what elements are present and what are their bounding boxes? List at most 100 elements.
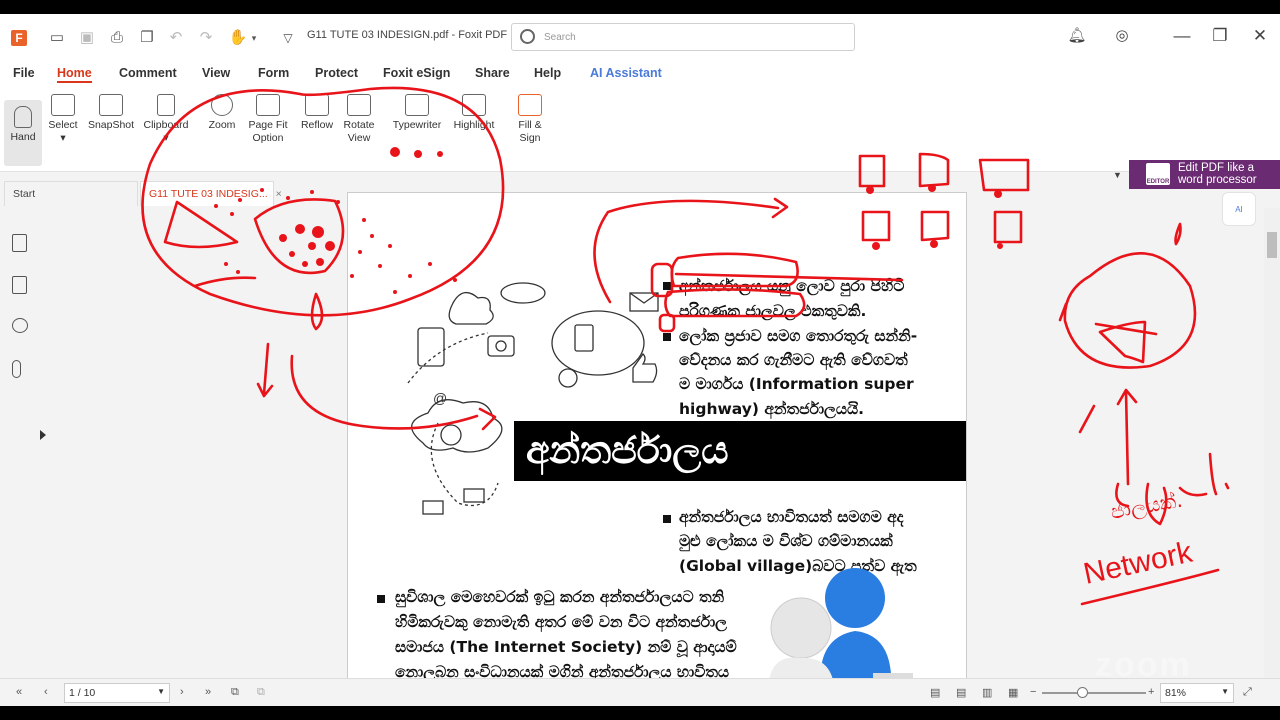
text-line-11: හිමිකරුවකු නොමැති අතර මේ වන විට අන්තර්ජා… [395, 613, 728, 631]
pdf-page: @ අන්තර්ජාලය යනු ලොව පුරා පිහිටි පරිගණක … [347, 192, 967, 692]
continuous-facing-icon[interactable]: ▦ [1008, 686, 1018, 699]
zoom-dropdown-icon[interactable]: ▼ [1221, 687, 1229, 696]
network-annotation: Network [1081, 535, 1196, 590]
zoom-button[interactable]: Zoom [206, 92, 238, 132]
hand-tool-button[interactable]: Hand [4, 100, 42, 166]
close-tab-icon[interactable]: × [276, 188, 282, 200]
page-fit-button[interactable]: Page Fit Option [247, 92, 289, 145]
menu-ai-assistant[interactable]: AI Assistant [590, 66, 662, 80]
page-fit-label: Page Fit [248, 119, 288, 131]
clipboard-label: Clipboard [143, 119, 189, 131]
svg-text:@: @ [433, 390, 447, 406]
clipboard-button[interactable]: Clipboard ▾ [141, 92, 191, 145]
facing-page-icon[interactable]: ▥ [982, 686, 992, 699]
heading-banner: අන්තර්ජාලය [514, 421, 966, 481]
fill-sign-icon [518, 94, 542, 116]
restore-button[interactable]: ❐ [1208, 26, 1232, 46]
zoom-slider[interactable] [1042, 687, 1146, 698]
redo-icon[interactable]: ↷ [196, 28, 216, 48]
tabs-dropdown-icon[interactable]: ▼ [1113, 170, 1122, 180]
text-line-10: සුවිශාල මෙහෙවරක් ඉටු කරන අන්තර්ජාලයට තනි [395, 588, 725, 606]
zoom-level-value: 81% [1165, 687, 1187, 699]
zoom-in-icon[interactable]: + [1148, 686, 1154, 698]
menu-help[interactable]: Help [534, 66, 561, 80]
print-icon[interactable]: ⎙ [107, 28, 127, 48]
minimize-button[interactable]: — [1170, 26, 1194, 46]
text-line-6: highway) අන්තර්ජාලයයි. [679, 400, 865, 418]
scrollbar-thumb[interactable] [1267, 232, 1277, 258]
zoom-slider-knob[interactable] [1077, 687, 1088, 698]
hand-label: Hand [10, 131, 36, 143]
ai-assistant-float-icon[interactable]: AI [1222, 192, 1256, 226]
zoom-out-icon[interactable]: − [1030, 686, 1036, 698]
edit-pdf-promo[interactable]: EDITOR Edit PDF like a word processor [1129, 160, 1280, 189]
customize-chevron-icon[interactable]: ▽ [278, 28, 298, 48]
account-icon[interactable]: ◎ [1110, 26, 1134, 44]
page-number-field[interactable]: 1 / 10 ▼ [64, 683, 170, 703]
vertical-scrollbar[interactable] [1264, 208, 1280, 678]
text-line-1: අන්තර්ජාලය යනු ලොව පුරා පිහිටි [679, 277, 905, 295]
highlight-button[interactable]: Highlight [451, 92, 497, 132]
comments-icon[interactable] [12, 318, 28, 333]
fullscreen-icon[interactable]: ⤢ [1243, 686, 1252, 699]
promo-line-2: word processor [1178, 174, 1257, 186]
editor-icon: EDITOR [1146, 163, 1170, 185]
promo-line-1: Edit PDF like a [1178, 162, 1255, 174]
save-icon[interactable]: ▣ [77, 28, 97, 48]
tab-document[interactable]: G11 TUTE 03 INDESIG... × [140, 181, 282, 206]
menu-file[interactable]: File [13, 66, 35, 80]
menu-share[interactable]: Share [475, 66, 510, 80]
prev-view-icon[interactable]: ⧉ [231, 686, 239, 699]
page-fit-icon [256, 94, 280, 116]
zoom-icon [211, 94, 233, 116]
prev-page-icon[interactable]: ‹ [44, 686, 48, 698]
menu-foxit-esign[interactable]: Foxit eSign [383, 66, 450, 80]
snapshot-button[interactable]: SnapShot [86, 92, 136, 132]
select-icon [51, 94, 75, 116]
bullet-1 [663, 282, 671, 290]
text-line-7: අන්තර්ජාලය භාවිතයත් සමගම අද [679, 508, 904, 526]
menu-view[interactable]: View [202, 66, 230, 80]
single-page-icon[interactable]: ▤ [930, 686, 940, 699]
page-dropdown-icon[interactable]: ▼ [157, 687, 165, 696]
typewriter-button[interactable]: Typewriter [391, 92, 443, 132]
zoom-level-field[interactable]: 81% ▼ [1160, 683, 1234, 703]
internet-illustration: @ [407, 282, 659, 515]
bullet-3 [663, 515, 671, 523]
reflow-button[interactable]: Reflow [298, 92, 336, 132]
chevron-down-icon[interactable]: ▾ [244, 28, 264, 48]
open-folder-icon[interactable]: ▭ [47, 28, 67, 48]
first-page-icon[interactable]: « [16, 686, 22, 698]
attachment-icon[interactable] [12, 360, 21, 378]
bell-icon[interactable]: 🔔︎ [1065, 26, 1089, 44]
page-number-value: 1 / 10 [69, 687, 96, 699]
menu-form[interactable]: Form [258, 66, 289, 80]
next-page-icon[interactable]: › [180, 686, 184, 698]
typewriter-icon [405, 94, 429, 116]
menu-home[interactable]: Home [57, 66, 92, 83]
close-button[interactable]: ✕ [1248, 26, 1272, 46]
clipboard-dropdown-icon: ▾ [163, 132, 169, 144]
continuous-page-icon[interactable]: ▤ [956, 686, 966, 699]
select-tool-button[interactable]: Select ▾ [48, 92, 78, 145]
status-bar: « ‹ 1 / 10 ▼ › » ⧉ ⧉ ▤ ▤ ▥ ▦ − + 81% ▼ ⤢ [0, 678, 1280, 706]
next-view-icon[interactable]: ⧉ [257, 686, 265, 699]
snapshot-icon [99, 94, 123, 116]
last-page-icon[interactable]: » [205, 686, 211, 698]
copy-doc-icon[interactable]: ❐ [137, 28, 157, 48]
menu-protect[interactable]: Protect [315, 66, 358, 80]
pages-icon[interactable] [12, 276, 27, 294]
undo-icon[interactable]: ↶ [166, 28, 186, 48]
tab-start[interactable]: Start [4, 181, 138, 206]
bullet-2 [663, 333, 671, 341]
rotate-view-button[interactable]: Rotate View [341, 92, 377, 145]
tab-start-label: Start [13, 188, 36, 200]
expand-panel-icon[interactable] [40, 430, 46, 440]
text-line-2: පරිගණක ජාලවල එකතුවකි. [679, 302, 867, 320]
menu-bar: File Home Comment View Form Protect Foxi… [0, 60, 1280, 88]
bookmark-icon[interactable] [12, 234, 27, 252]
search-input[interactable]: Search [511, 23, 855, 51]
menu-comment[interactable]: Comment [119, 66, 177, 80]
title-bar: F ▭ ▣ ⎙ ❐ ↶ ↷ ✋ ▾ ▽ G11 TUTE 03 INDESIGN… [0, 14, 1280, 60]
fill-sign-button[interactable]: Fill & Sign [512, 92, 548, 145]
